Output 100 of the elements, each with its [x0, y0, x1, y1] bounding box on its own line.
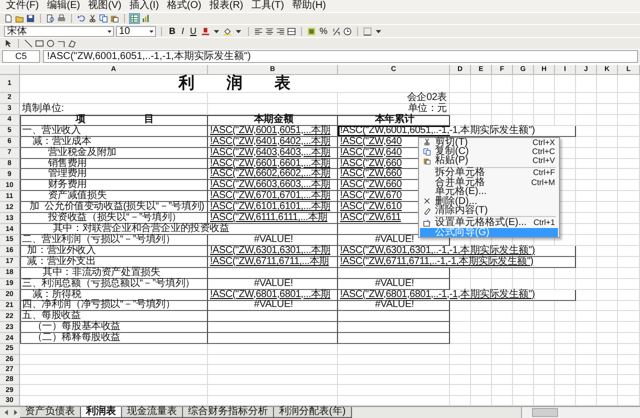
table-cell[interactable]: 四、净利润（净亏损以“－”号填列） — [20, 300, 208, 312]
rectangle-icon[interactable] — [35, 39, 44, 48]
fill-color-icon[interactable] — [222, 26, 232, 36]
delete-icon — [423, 197, 431, 206]
grid-cell[interactable] — [338, 322, 450, 334]
sheet-tab[interactable]: 现金流量表 — [122, 406, 183, 418]
table-cell[interactable]: !ASC("ZW,6601,6601,...本期 — [208, 158, 338, 170]
formula-field[interactable]: !ASC("ZW,6001,6051,..-1,-1,本期实际发生额") — [43, 50, 638, 63]
table-cell[interactable]: 会企02表 — [338, 93, 450, 104]
table-cell[interactable]: 加：营业外收入 — [20, 246, 208, 257]
table-cell[interactable]: 三、利润总额（亏损总额以“－”号填列） — [20, 278, 208, 290]
grid-cell[interactable] — [208, 333, 338, 344]
font-dropdown[interactable]: 宋体 — [4, 26, 114, 36]
sheet-tab[interactable]: 综合财务指标分析 — [183, 406, 274, 418]
table-cell[interactable]: 销售费用 — [20, 158, 208, 170]
freeform-icon[interactable] — [68, 39, 77, 48]
table-cell[interactable]: 本期金额 — [208, 114, 338, 126]
polyline-icon[interactable] — [57, 39, 66, 48]
menu-item[interactable]: 插入(I) — [129, 0, 159, 12]
table-cell[interactable]: !ASC("ZW,6301,6301,..-1,-1,本期实际发生额") — [338, 246, 576, 257]
sheet-tab[interactable]: 资产负债表 — [20, 406, 81, 418]
print-preview-icon[interactable] — [46, 14, 55, 23]
menu-item[interactable]: 视图(V) — [88, 0, 122, 12]
table-cell[interactable]: 一、营业收入 — [20, 126, 208, 137]
horizontal-scrollbar[interactable] — [521, 406, 640, 418]
table-cell[interactable]: #VALUE! — [208, 278, 338, 290]
merge-cells-icon[interactable] — [286, 26, 296, 36]
table-cell[interactable]: !ASC("ZW,6301,6301,...本期 — [208, 246, 338, 257]
table-cell[interactable]: !ASC("ZW,6801,6801,..-1,-1,本期实际发生额") — [338, 290, 576, 301]
chart-icon[interactable] — [141, 14, 150, 23]
table-cell[interactable]: #VALUE! — [338, 278, 450, 290]
table-cell[interactable]: !ASC("ZW,6711,6711,...本期 — [208, 256, 338, 268]
align-left-icon[interactable] — [254, 26, 263, 36]
ellipse-icon[interactable] — [46, 39, 55, 48]
pointer-icon[interactable] — [4, 39, 13, 48]
table-cell[interactable]: 其中：对联营企业和合营企业的投资收益 — [20, 224, 338, 235]
undo-icon[interactable] — [77, 14, 86, 23]
table-cell[interactable]: 二、营业利润（亏损以“－”号填列） — [20, 234, 208, 246]
text-style-button[interactable]: U — [188, 26, 199, 36]
menu-item[interactable]: 格式(O) — [166, 0, 202, 12]
grid-cell[interactable] — [338, 311, 450, 322]
clock-icon[interactable] — [342, 26, 352, 36]
table-cell[interactable]: （二）稀释每股收益 — [20, 333, 208, 344]
caret-icon — [148, 28, 155, 34]
percent-button[interactable]: % — [318, 26, 330, 36]
grid-cell[interactable] — [338, 333, 450, 344]
table-cell[interactable]: 单位：元 — [338, 104, 450, 115]
line-icon[interactable] — [24, 39, 33, 48]
copy-icon[interactable] — [99, 14, 108, 23]
paste-icon — [423, 157, 431, 166]
table-cell[interactable]: !ASC("ZW,6401,6402,...本期 — [208, 136, 338, 148]
table-cell[interactable]: 营业税金及附加 — [20, 148, 208, 159]
caret-icon — [106, 28, 113, 34]
align-right-icon[interactable] — [276, 26, 285, 36]
font-size-dropdown[interactable]: 10 — [116, 26, 156, 36]
table-cell[interactable]: #VALUE! — [208, 234, 338, 246]
fraction-icon[interactable] — [332, 26, 341, 36]
format-cells-icon — [423, 218, 431, 227]
cell-reference-field[interactable]: C5 — [2, 50, 40, 63]
menu-item[interactable]: 帮助(H) — [292, 0, 326, 12]
sheet-title: 利 润 表 — [20, 75, 450, 93]
table-cell[interactable]: !ASC("ZW,6001,6051,...本期 — [208, 126, 338, 137]
menu-item[interactable]: 报表(R) — [209, 0, 244, 12]
table-cell[interactable]: 减：营业成本 — [20, 136, 208, 148]
copy-icon — [423, 148, 431, 156]
table-cell[interactable]: !ASC("ZW,6001,6051,..-1,-1,本期实际发生额") — [338, 126, 576, 137]
sheet-tab[interactable]: 利润表 — [81, 406, 122, 418]
table-cell[interactable]: 减：营业外支出 — [20, 256, 208, 268]
align-center-icon[interactable] — [264, 26, 274, 36]
right-arrow-icon[interactable] — [11, 408, 20, 417]
grid-cell[interactable] — [338, 268, 450, 279]
grid-cell[interactable] — [208, 322, 338, 334]
context-menu-item[interactable]: 设置单元格格式(E)... Ctrl+1 — [420, 218, 558, 228]
table-cell[interactable]: 其中：非流动资产处置损失 — [20, 268, 208, 279]
font-color-icon[interactable] — [200, 26, 210, 36]
table-cell[interactable]: 项 目 — [20, 114, 208, 126]
menu-item[interactable]: 编辑(E) — [46, 0, 80, 12]
grid-icon[interactable] — [130, 14, 139, 23]
text-style-button[interactable]: I — [180, 26, 186, 36]
paste-icon[interactable] — [110, 14, 119, 23]
table-cell[interactable]: !ASC("ZW,6711,6711,..-1,-1,本期实际发生额") — [338, 256, 576, 268]
print-icon[interactable] — [57, 14, 66, 23]
cut-icon[interactable] — [88, 14, 97, 23]
table-cell[interactable]: （一）每股基本收益 — [20, 322, 208, 334]
grid-cell[interactable] — [208, 268, 338, 279]
table-cell[interactable]: #VALUE! — [338, 300, 450, 312]
table-cell[interactable]: !ASC("ZW,6801,6801,...本期 — [208, 290, 338, 301]
table-cell[interactable]: 管理费用 — [20, 169, 208, 180]
table-cell[interactable]: !ASC("ZW,6403,6403,...本期 — [208, 148, 338, 159]
table-cell[interactable]: !ASC("ZW,6111,6111,...本期 — [208, 213, 338, 224]
number-format-icon[interactable] — [306, 26, 316, 36]
sheet-tab[interactable]: 利润分配表(年) — [274, 406, 352, 418]
save-icon[interactable] — [26, 14, 35, 23]
grid-cell[interactable] — [208, 311, 338, 322]
left-arrow-icon[interactable] — [2, 408, 11, 417]
table-cell[interactable]: 填制单位: — [20, 104, 208, 115]
menu-item[interactable]: 工具(T) — [251, 0, 284, 12]
text-style-button[interactable]: B — [167, 26, 178, 36]
table-cell[interactable]: #VALUE! — [208, 300, 338, 312]
border-icon[interactable] — [362, 26, 372, 36]
